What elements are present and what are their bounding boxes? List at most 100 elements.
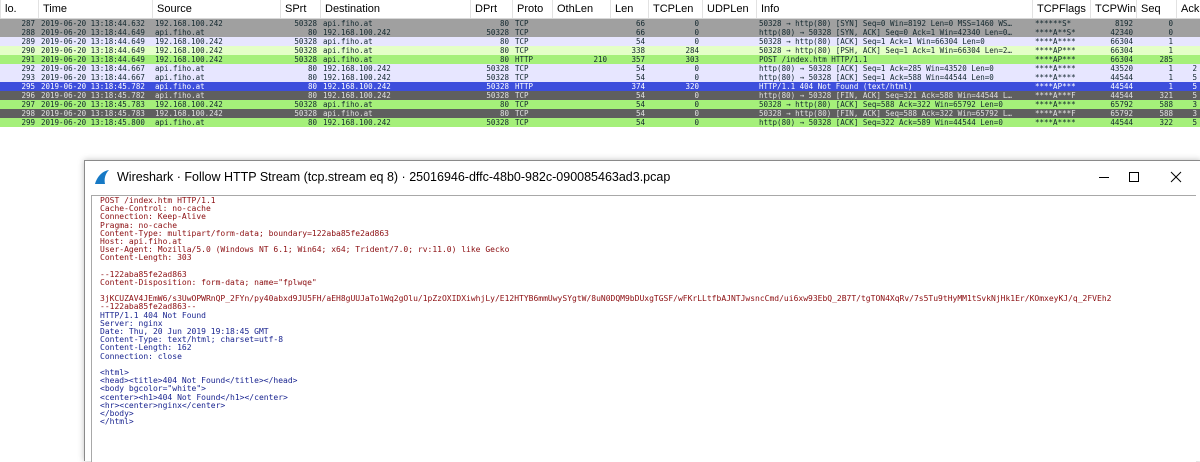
cell-tcpwin: 65792 [1110, 109, 1133, 118]
title-bar[interactable]: Wireshark · Follow HTTP Stream (tcp.stre… [85, 161, 1200, 193]
cell-tcpflags: ****A***F [1035, 109, 1076, 118]
packet-row[interactable]: 293 2019-06-20 13:18:44.667 api.fiho.at 80 1… [0, 73, 1200, 82]
cell-len: 54 [635, 109, 645, 118]
column-header-seq[interactable]: Seq [1136, 0, 1176, 18]
column-header-info[interactable]: Info [756, 0, 1032, 18]
cell-source: api.fiho.at [155, 64, 205, 73]
server-stream-line [100, 361, 1188, 369]
client-stream-line: Connection: Keep-Alive [100, 212, 206, 222]
cell-othlen [552, 91, 610, 100]
column-header-time[interactable]: Time [38, 0, 152, 18]
stream-content[interactable]: POST /index.htm HTTP/1.1 Cache-Control: n… [91, 195, 1196, 462]
cell-destination: 192.168.100.242 [323, 73, 391, 82]
cell-ack [1176, 19, 1200, 28]
packet-row[interactable]: 292 2019-06-20 13:18:44.667 api.fiho.at 80 1… [0, 64, 1200, 73]
cell-tcpflags: ****A**** [1035, 37, 1076, 46]
cell-tcpwin: 42340 [1110, 28, 1133, 37]
cell-udplen [702, 82, 756, 91]
maximize-button[interactable] [1111, 161, 1157, 193]
cell-udplen [702, 28, 756, 37]
cell-tcpflags: ****A**** [1035, 73, 1076, 82]
packet-row[interactable]: 288 2019-06-20 13:18:44.649 api.fiho.at 80 1… [0, 28, 1200, 37]
cell-udplen [702, 46, 756, 55]
column-header-proto[interactable]: Proto [512, 0, 552, 18]
cell-udplen [702, 19, 756, 28]
cell-seq: 322 [1159, 118, 1173, 127]
cell-tcpflags: ****A**** [1035, 64, 1076, 73]
column-header-source[interactable]: Source [152, 0, 280, 18]
cell-info: http(80) → 50328 [ACK] Seq=322 Ack=589 W… [759, 118, 1003, 127]
column-header-no[interactable]: lo. [0, 0, 38, 18]
packet-row[interactable]: 289 2019-06-20 13:18:44.649 192.168.100.24… [0, 37, 1200, 46]
cell-sport: 80 [307, 73, 317, 82]
packet-row[interactable]: 295 2019-06-20 13:18:45.782 api.fiho.at 80 1… [0, 82, 1200, 91]
cell-udplen [702, 118, 756, 127]
cell-tcpflags: ****AP*** [1035, 46, 1076, 55]
packet-list[interactable]: lo. Time Source SPrt Destination DPrt Proto Oth… [0, 0, 1200, 150]
cell-proto: TCP [515, 118, 529, 127]
column-header-len[interactable]: Len [610, 0, 648, 18]
column-header-dport[interactable]: DPrt [470, 0, 512, 18]
column-header-tcplen[interactable]: TCPLen [648, 0, 702, 18]
column-header-udplen[interactable]: UDPLen [702, 0, 756, 18]
column-header-destination[interactable]: Destination [320, 0, 470, 18]
cell-destination: api.fiho.at [323, 19, 373, 28]
cell-udplen [702, 37, 756, 46]
cell-proto: TCP [515, 19, 529, 28]
cell-no: 290 [21, 46, 35, 55]
cell-seq: 0 [1168, 28, 1173, 37]
server-stream-line: Connection: close [100, 351, 182, 361]
cell-len: 54 [635, 100, 645, 109]
cell-tcplen: 0 [694, 109, 699, 118]
cell-info: 50328 → http(80) [ACK] Seq=588 Ack=322 W… [759, 100, 1003, 109]
packet-row[interactable]: 290 2019-06-20 13:18:44.649 192.168.100.24… [0, 46, 1200, 55]
cell-sport: 50328 [294, 37, 317, 46]
cell-udplen [702, 91, 756, 100]
packet-row[interactable]: 296 2019-06-20 13:18:45.782 api.fiho.at 80 1… [0, 91, 1200, 100]
cell-proto: TCP [515, 100, 529, 109]
cell-seq: 321 [1159, 91, 1173, 100]
cell-no: 287 [21, 19, 35, 28]
cell-len: 374 [631, 82, 645, 91]
cell-dport: 50328 [486, 28, 509, 37]
client-stream-line: Content-Length: 303 [100, 253, 192, 263]
close-button[interactable] [1153, 161, 1199, 193]
packet-row[interactable]: 291 2019-06-20 13:18:44.649 192.168.100.24… [0, 55, 1200, 64]
stream-text[interactable]: POST /index.htm HTTP/1.1 Cache-Control: n… [92, 196, 1196, 427]
cell-destination: api.fiho.at [323, 55, 373, 64]
cell-seq: 1 [1168, 73, 1173, 82]
cell-udplen [702, 73, 756, 82]
cell-len: 66 [635, 19, 645, 28]
cell-dport: 50328 [486, 118, 509, 127]
column-header-othlen[interactable]: OthLen [552, 0, 610, 18]
cell-ack [1176, 55, 1200, 64]
cell-othlen [552, 100, 610, 109]
cell-no: 289 [21, 37, 35, 46]
cell-sport: 50328 [294, 100, 317, 109]
cell-othlen [552, 46, 610, 55]
cell-tcplen: 284 [685, 46, 699, 55]
column-header-tcpwin[interactable]: TCPWin [1090, 0, 1136, 18]
cell-info: http(80) → 50328 [SYN, ACK] Seq=0 Ack=1 … [759, 28, 1012, 37]
cell-seq: 1 [1168, 46, 1173, 55]
column-header-tcpflags[interactable]: TCPFlags [1032, 0, 1090, 18]
column-header-sport[interactable]: SPrt [280, 0, 320, 18]
packet-row[interactable]: 298 2019-06-20 13:18:45.783 192.168.100.24… [0, 109, 1200, 118]
column-header-ack[interactable]: Ack [1176, 0, 1200, 18]
cell-tcplen: 0 [694, 28, 699, 37]
cell-proto: HTTP [515, 82, 534, 91]
cell-info: HTTP/1.1 404 Not Found (text/html) [759, 82, 913, 91]
cell-tcpwin: 66304 [1110, 46, 1133, 55]
cell-tcpwin: 44544 [1110, 82, 1133, 91]
cell-len: 338 [631, 46, 645, 55]
cell-destination: 192.168.100.242 [323, 118, 391, 127]
cell-othlen [552, 37, 610, 46]
cell-othlen [552, 28, 610, 37]
follow-http-stream-window: Wireshark · Follow HTTP Stream (tcp.stre… [84, 160, 1200, 462]
cell-seq: 1 [1168, 37, 1173, 46]
packet-row[interactable]: 297 2019-06-20 13:18:45.783 192.168.100.24… [0, 100, 1200, 109]
cell-dport: 50328 [486, 73, 509, 82]
packet-row[interactable]: 299 2019-06-20 13:18:45.800 api.fiho.at 80 1… [0, 118, 1200, 127]
cell-tcpflags: ****A***F [1035, 91, 1076, 100]
packet-row[interactable]: 287 2019-06-20 13:18:44.632 192.168.100.24… [0, 19, 1200, 28]
